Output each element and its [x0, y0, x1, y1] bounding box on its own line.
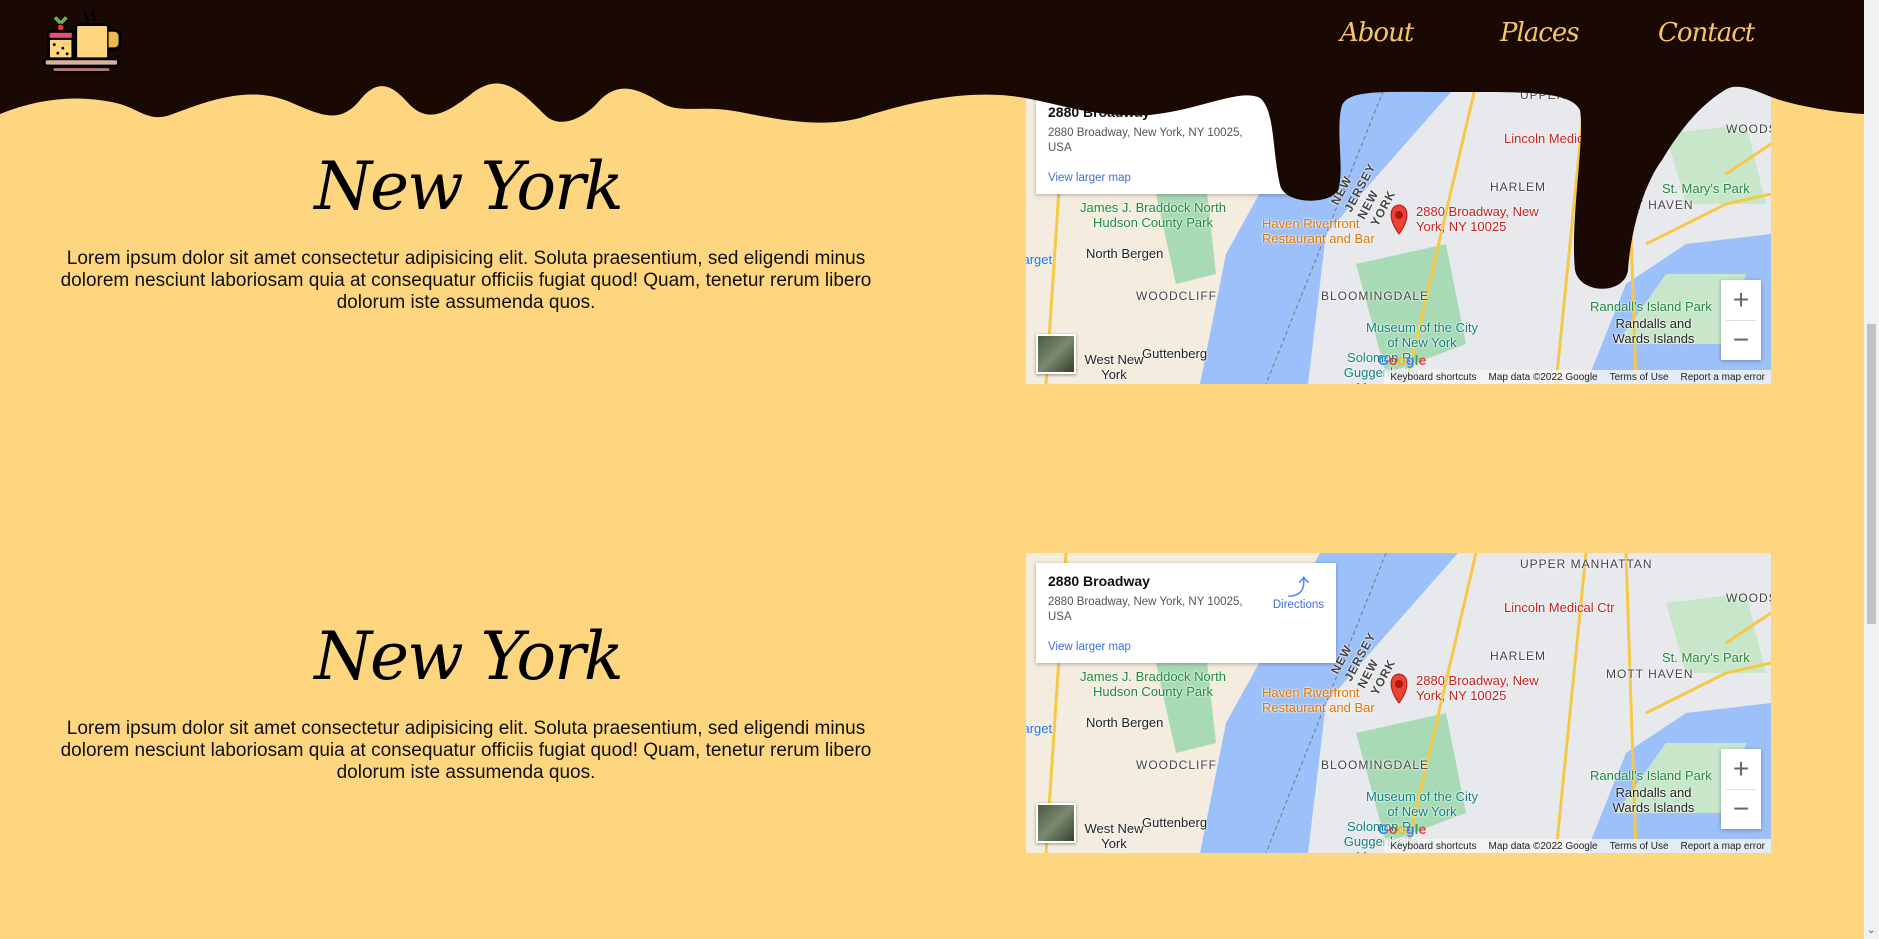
- map-label: Randalls and Wards Islands: [1612, 785, 1695, 815]
- zoom-in-button[interactable]: +: [1721, 749, 1761, 789]
- map-footer: Keyboard shortcuts Map data ©2022 Google…: [1384, 370, 1771, 384]
- map-label: Randalls and Wards Islands: [1612, 316, 1695, 346]
- map-label[interactable]: Museum of the City of New York: [1362, 320, 1482, 350]
- map-footer: Keyboard shortcuts Map data ©2022 Google…: [1384, 839, 1771, 853]
- map-pin-label[interactable]: 2880 Broadway, New York, NY 10025: [1416, 673, 1551, 703]
- scroll-down-arrow-icon[interactable]: ⌄: [1867, 925, 1875, 936]
- map-label: Guttenberg: [1142, 815, 1208, 830]
- keyboard-shortcuts-link[interactable]: Keyboard shortcuts: [1390, 841, 1476, 852]
- zoom-control: + −: [1721, 749, 1761, 829]
- satellite-toggle-button[interactable]: [1036, 803, 1076, 843]
- map-label: West New York: [1084, 821, 1144, 851]
- map-info-card: 2880 Broadway 2880 Broadway, New York, N…: [1036, 563, 1336, 663]
- nav-places[interactable]: Places: [1500, 18, 1580, 48]
- nav-contact[interactable]: Contact: [1658, 18, 1755, 48]
- map-label[interactable]: Target: [1026, 721, 1052, 736]
- google-logo: Google: [1378, 352, 1427, 368]
- place-address: 2880 Broadway, New York, NY 10025, USA: [1048, 596, 1243, 623]
- map-label: North Bergen: [1086, 715, 1164, 730]
- section-text: Lorem ipsum dolor sit amet consectetur a…: [60, 718, 872, 783]
- report-map-error-link[interactable]: Report a map error: [1681, 841, 1765, 852]
- map-label: Guttenberg: [1142, 346, 1208, 361]
- map-label: WOODS: [1726, 591, 1771, 605]
- google-map-embed[interactable]: UPPER MANHATTAN Lincoln Medical Ctr WOOD…: [1026, 553, 1771, 853]
- directions-label: Directions: [1272, 599, 1324, 611]
- map-label[interactable]: Randall's Island Park: [1590, 768, 1712, 783]
- view-larger-map-link[interactable]: View larger map: [1048, 641, 1131, 653]
- terms-of-use-link[interactable]: Terms of Use: [1610, 372, 1669, 383]
- site-logo[interactable]: [40, 2, 140, 85]
- terms-of-use-link[interactable]: Terms of Use: [1610, 841, 1669, 852]
- map-label: BLOOMINGDALE: [1321, 758, 1430, 772]
- nav-about[interactable]: About: [1340, 18, 1414, 48]
- chocolate-drip-header: [0, 0, 1864, 289]
- map-data-attribution: Map data ©2022 Google: [1488, 840, 1598, 852]
- map-label[interactable]: James J. Braddock North Hudson County Pa…: [1078, 669, 1228, 699]
- satellite-toggle-button[interactable]: [1036, 334, 1076, 374]
- map-label[interactable]: Randall's Island Park: [1590, 299, 1712, 314]
- map-label[interactable]: St. Mary's Park: [1662, 650, 1750, 665]
- map-label: HARLEM: [1490, 649, 1547, 663]
- zoom-out-button[interactable]: −: [1721, 320, 1761, 360]
- map-label: West New York: [1084, 352, 1144, 382]
- zoom-out-button[interactable]: −: [1721, 789, 1761, 829]
- directions-icon: ⤴: [1287, 575, 1310, 600]
- map-label: MOTT HAVEN: [1606, 667, 1694, 681]
- map-label[interactable]: Museum of the City of New York: [1362, 789, 1482, 819]
- map-data-attribution: Map data ©2022 Google: [1488, 371, 1598, 383]
- map-label: UPPER MANHATTAN: [1520, 557, 1653, 571]
- cake-coffee-logo-icon: [42, 10, 122, 73]
- directions-button[interactable]: ⤴ Directions: [1272, 575, 1324, 612]
- report-map-error-link[interactable]: Report a map error: [1681, 372, 1765, 383]
- scrollbar-thumb[interactable]: [1867, 324, 1876, 624]
- section-title: New York: [314, 618, 623, 695]
- map-label[interactable]: Lincoln Medical Ctr: [1504, 600, 1615, 615]
- google-logo: Google: [1378, 821, 1427, 837]
- page-scrollbar[interactable]: ⌄: [1864, 0, 1879, 939]
- keyboard-shortcuts-link[interactable]: Keyboard shortcuts: [1390, 372, 1476, 383]
- map-label: WOODCLIFF: [1136, 758, 1217, 772]
